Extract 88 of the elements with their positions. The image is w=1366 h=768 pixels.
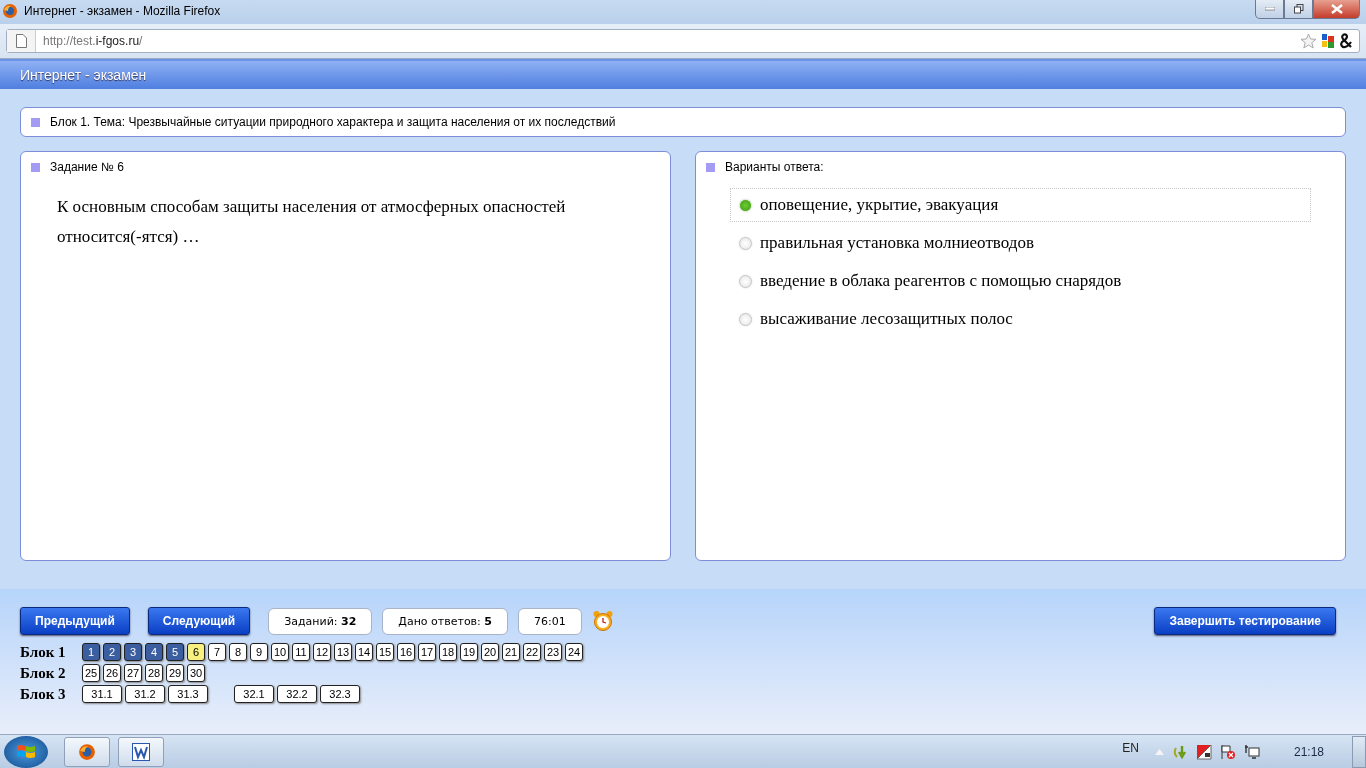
close-icon <box>1330 4 1343 14</box>
antivirus-icon[interactable] <box>1195 743 1212 760</box>
taskbar-word-button[interactable] <box>118 736 164 767</box>
bullet-icon <box>31 162 40 172</box>
question-heading: Задание № 6 <box>50 160 124 174</box>
question-number-button[interactable]: 2 <box>103 643 121 661</box>
radio-button[interactable] <box>739 198 752 212</box>
answer-count: Дано ответов: 5 <box>398 614 492 628</box>
answers-heading: Варианты ответа: <box>725 160 824 174</box>
question-number-button[interactable]: 5 <box>166 643 184 661</box>
answer-option[interactable]: введение в облака реагентов с помощью снарядов <box>730 264 1311 298</box>
block-label: Блок 2 <box>20 664 67 682</box>
question-number-button[interactable]: 31.2 <box>125 685 165 703</box>
question-number-button[interactable]: 19 <box>460 643 478 661</box>
question-number-button[interactable]: 13 <box>334 643 352 661</box>
language-indicator[interactable]: EN <box>1122 741 1139 755</box>
question-number-button[interactable]: 32.1 <box>234 685 274 703</box>
browser-logo-icon <box>2 3 18 19</box>
question-number-button[interactable]: 29 <box>166 664 184 682</box>
toolbar-addon-icon[interactable] <box>1320 33 1336 49</box>
minimize-icon <box>1264 7 1275 11</box>
question-number-button[interactable]: 27 <box>124 664 142 682</box>
next-button[interactable]: Следующий <box>147 607 251 635</box>
bullet-icon <box>706 162 715 172</box>
app-title: Интернет - экзамен <box>20 67 147 83</box>
document-w-icon <box>132 742 150 761</box>
answer-option[interactable]: правильная установка молниеотводов <box>730 226 1311 260</box>
question-number-button[interactable]: 31.1 <box>82 685 122 703</box>
topic-text: Блок 1. Тема: Чрезвычайные ситуации природного характера и защита населения от их последствий <box>50 115 616 129</box>
previous-button[interactable]: Предыдущий <box>20 607 130 635</box>
block-label: Блок 3 <box>20 685 67 703</box>
window-title: Интернет - экзамен - Mozilla Firefox <box>24 4 221 18</box>
restore-icon <box>1293 4 1304 14</box>
question-number-button[interactable]: 10 <box>271 643 289 661</box>
start-button[interactable] <box>4 735 48 768</box>
question-number-button[interactable]: 3 <box>124 643 142 661</box>
flag-error-icon[interactable] <box>1219 743 1236 760</box>
address-bar[interactable]: http://test.i-fgos.ru/ <box>6 29 1360 53</box>
finish-test-button[interactable]: Завершить тестирование <box>1154 607 1336 635</box>
question-number-button[interactable]: 17 <box>418 643 436 661</box>
question-number-button[interactable]: 25 <box>82 664 100 682</box>
network-plug-icon[interactable] <box>1171 743 1188 760</box>
minimize-button[interactable] <box>1255 0 1284 19</box>
question-number-button[interactable]: 9 <box>250 643 268 661</box>
close-button[interactable] <box>1313 0 1360 19</box>
taskbar-clock[interactable]: 21:18 <box>1293 744 1324 759</box>
radio-button[interactable] <box>739 236 752 250</box>
network-monitor-icon[interactable] <box>1243 743 1260 760</box>
answer-option[interactable]: оповещение, укрытие, эвакуация <box>730 188 1311 222</box>
question-number-button[interactable]: 20 <box>481 643 499 661</box>
radio-button[interactable] <box>739 312 752 326</box>
question-number-button[interactable]: 1 <box>82 643 100 661</box>
question-number-button[interactable]: 28 <box>145 664 163 682</box>
question-number-button[interactable]: 26 <box>103 664 121 682</box>
question-text: К основным способам защиты населения от атмосферных опасностей относится(-ятся) … <box>57 196 567 248</box>
question-number-button[interactable]: 18 <box>439 643 457 661</box>
windows-logo-icon <box>16 742 36 761</box>
answer-option[interactable]: высаживание лесозащитных полос <box>730 302 1311 336</box>
page-icon <box>15 34 27 48</box>
question-number-button[interactable]: 24 <box>565 643 583 661</box>
question-number-button[interactable]: 12 <box>313 643 331 661</box>
question-number-button[interactable]: 4 <box>145 643 163 661</box>
url-text: http://test.i-fgos.ru/ <box>43 34 143 48</box>
question-number-button[interactable]: 16 <box>397 643 415 661</box>
question-number-button[interactable]: 8 <box>229 643 247 661</box>
taskbar-browser-button[interactable] <box>64 736 110 767</box>
browser-logo-icon <box>78 742 96 761</box>
question-number-button[interactable]: 32.2 <box>277 685 317 703</box>
question-number-button[interactable]: 14 <box>355 643 373 661</box>
ampersand-icon[interactable] <box>1339 33 1355 49</box>
radio-button[interactable] <box>739 274 752 288</box>
question-number-button[interactable]: 7 <box>208 643 226 661</box>
block-label: Блок 1 <box>20 643 67 661</box>
question-number-button[interactable]: 23 <box>544 643 562 661</box>
star-icon[interactable] <box>1300 33 1317 49</box>
question-number-button[interactable]: 6 <box>187 643 205 661</box>
timer: 76:01 <box>517 607 582 635</box>
question-number-button[interactable]: 11 <box>292 643 310 661</box>
task-count: Заданий: 32 <box>284 614 357 628</box>
alarm-clock-icon <box>591 610 614 632</box>
question-number-button[interactable]: 31.3 <box>168 685 208 703</box>
question-number-button[interactable]: 21 <box>502 643 520 661</box>
question-number-button[interactable]: 15 <box>376 643 394 661</box>
bullet-icon <box>31 117 40 127</box>
question-number-button[interactable]: 30 <box>187 664 205 682</box>
question-number-button[interactable]: 22 <box>523 643 541 661</box>
question-number-button[interactable]: 32.3 <box>320 685 360 703</box>
restore-button[interactable] <box>1284 0 1313 19</box>
